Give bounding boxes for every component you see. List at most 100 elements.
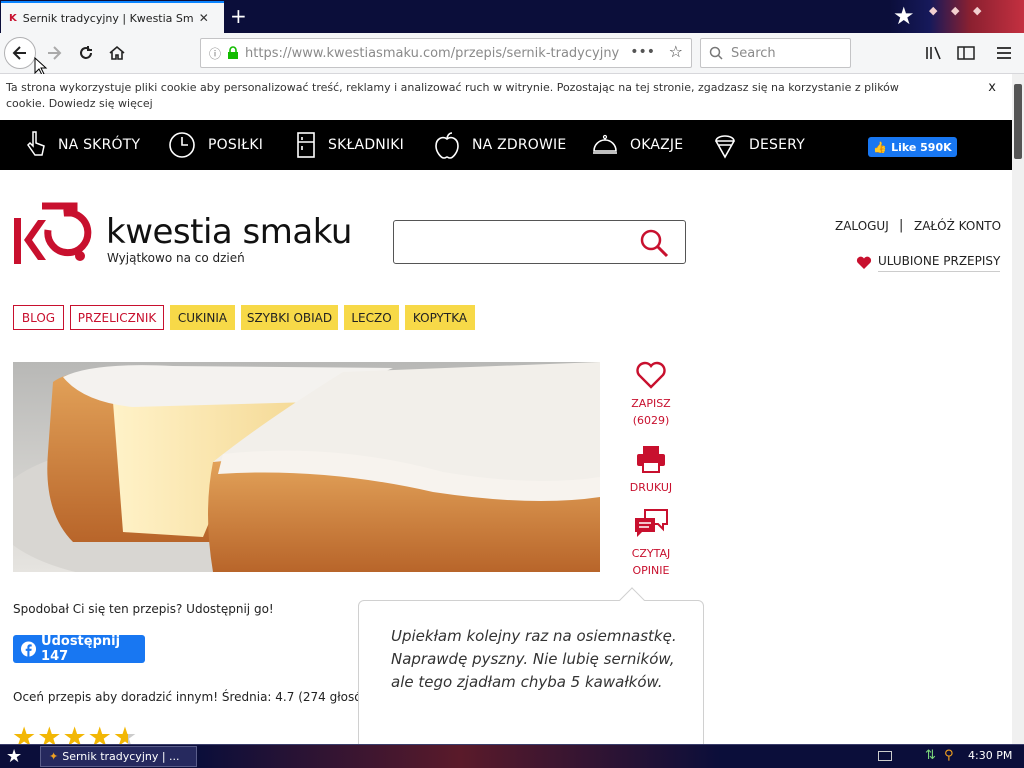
- hamburger-icon: [997, 47, 1011, 59]
- taskbar-window-button[interactable]: ✦ Sernik tradycyjny | ...: [40, 746, 197, 767]
- tag-kopytka[interactable]: KOPYTKA: [405, 305, 475, 330]
- page-actions-icon[interactable]: •••: [630, 44, 655, 60]
- cookie-text: Ta strona wykorzystuje pliki cookie aby …: [6, 81, 899, 110]
- new-tab-icon[interactable]: +: [230, 4, 247, 28]
- fridge-icon: [297, 132, 315, 158]
- menu-item-label: NA SKRÓTY: [58, 137, 141, 153]
- sidebar-icon: [957, 46, 975, 60]
- info-icon[interactable]: ⓘ: [209, 45, 221, 62]
- save-count: (6029): [632, 414, 670, 427]
- menu-item-label: SKŁADNIKI: [328, 137, 405, 153]
- menu-item-posilki[interactable]: POSIŁKI: [168, 120, 263, 170]
- menu-item-na-skroty[interactable]: NA SKRÓTY: [24, 120, 140, 170]
- menu-item-na-zdrowie[interactable]: NA ZDROWIE: [434, 120, 566, 170]
- apple-icon: [435, 132, 459, 159]
- heart-icon: [856, 256, 872, 269]
- favorites-label: ULUBIONE PRZEPISY: [878, 254, 1001, 272]
- tab-close-icon[interactable]: ✕: [199, 11, 209, 25]
- browser-tab-strip: K Sernik tradycyjny | Kwestia Smaku ✕ + …: [0, 0, 1024, 33]
- tab-title: Sernik tradycyjny | Kwestia Smaku: [22, 11, 193, 25]
- category-menu: NA SKRÓTY POSIŁKI SKŁADNIKI NA ZDROWIE O…: [0, 120, 1012, 170]
- header-divider: |: [899, 218, 904, 233]
- tag-cukinia[interactable]: CUKINIA: [170, 305, 235, 330]
- facebook-icon: [21, 641, 37, 657]
- library-icon: [926, 46, 941, 60]
- url-path: /przepis/sernik-tradycyjny: [450, 45, 620, 61]
- reviews-label-line2: OPINIE: [632, 564, 670, 577]
- tag-przelicznik[interactable]: PRZELICZNIK: [70, 305, 164, 330]
- reviews-label-line1: CZYTAJ: [631, 547, 671, 560]
- menu-item-skladniki[interactable]: SKŁADNIKI: [296, 120, 404, 170]
- browser-toolbar: ⓘ https://www.kwestiasmaku.com/przepis/s…: [0, 33, 1024, 74]
- tag-szybki-obiad[interactable]: SZYBKI OBIAD: [241, 305, 338, 330]
- desktop-flag-decoration: ★ ◆ ◆ ◆: [889, 0, 1024, 33]
- start-star-icon[interactable]: ★: [6, 746, 22, 767]
- menu-item-label: OKAZJE: [630, 137, 684, 153]
- library-button[interactable]: [920, 39, 948, 67]
- save-recipe-button[interactable]: ZAPISZ (6029): [626, 360, 676, 429]
- review-quote-bubble: Upiekłam kolejny raz na osiemnastkę. Nap…: [358, 587, 704, 760]
- keyboard-icon[interactable]: [878, 751, 892, 761]
- share-label: Udostępnij 147: [41, 634, 121, 664]
- star-icon: ★: [893, 2, 915, 30]
- cloche-icon: [593, 134, 617, 154]
- heart-outline-icon: [636, 361, 666, 389]
- search-icon[interactable]: [639, 228, 669, 258]
- home-icon: [109, 45, 125, 60]
- tag-leczo[interactable]: LECZO: [344, 305, 399, 330]
- taskbar-window-label: Sernik tradycyjny | ...: [62, 750, 180, 763]
- printer-icon: [637, 446, 665, 473]
- menu-button[interactable]: [990, 39, 1018, 67]
- window-maximize-icon[interactable]: ◆: [951, 4, 959, 17]
- logo-wordmark: kwestia smaku: [106, 212, 352, 252]
- search-tray-icon[interactable]: ⚲: [944, 748, 954, 763]
- site-search-input[interactable]: [393, 220, 686, 264]
- bookmark-star-icon[interactable]: ☆: [669, 42, 683, 61]
- signup-link[interactable]: ZAŁÓŻ KONTO: [914, 219, 1001, 233]
- facebook-like-button[interactable]: 👍 Like 590K: [868, 137, 957, 157]
- menu-item-label: DESERY: [749, 137, 805, 153]
- favorite-recipes-link[interactable]: ULUBIONE PRZEPISY: [856, 254, 1001, 272]
- scrollbar-thumb[interactable]: [1014, 84, 1022, 159]
- recipe-hero-image: [13, 362, 600, 572]
- page-scrollbar[interactable]: [1012, 74, 1024, 744]
- menu-item-desery[interactable]: DESERY: [713, 120, 805, 170]
- read-reviews-button[interactable]: CZYTAJ OPINIE: [622, 508, 680, 579]
- taskbar-clock: 4:30 PM: [968, 749, 1013, 762]
- logo-tagline: Wyjątkowo na co dzień: [107, 251, 245, 265]
- like-label: Like 590K: [891, 140, 952, 154]
- save-label: ZAPISZ: [631, 397, 671, 410]
- os-taskbar: ★ ✦ Sernik tradycyjny | ... ⇅ ⚲ 4:30 PM: [0, 744, 1024, 768]
- url-text: https://www.kwestiasmaku.com/przepis/ser…: [245, 46, 619, 61]
- taskbar-decoration: [200, 745, 720, 768]
- thumbs-up-icon: 👍: [873, 140, 888, 154]
- tag-blog[interactable]: BLOG: [13, 305, 64, 330]
- cookie-banner: Ta strona wykorzystuje pliki cookie aby …: [0, 74, 1012, 119]
- lock-icon: [228, 46, 239, 59]
- bubble-pointer: [619, 587, 645, 613]
- arrow-left-icon: [12, 46, 26, 60]
- print-label: DRUKUJ: [629, 481, 673, 494]
- hand-pointer-icon: [27, 131, 45, 156]
- sidebar-button[interactable]: [952, 39, 980, 67]
- window-close-icon[interactable]: ◆: [973, 4, 981, 17]
- browser-tab-active[interactable]: K Sernik tradycyjny | Kwestia Smaku ✕: [1, 1, 224, 33]
- print-recipe-button[interactable]: DRUKUJ: [626, 444, 676, 496]
- search-field[interactable]: Search: [700, 38, 851, 68]
- login-link[interactable]: ZALOGUJ: [835, 219, 889, 233]
- address-bar[interactable]: ⓘ https://www.kwestiasmaku.com/przepis/s…: [200, 38, 692, 68]
- network-icon[interactable]: ⇅: [925, 748, 936, 763]
- cookie-close-button[interactable]: x: [988, 80, 996, 95]
- ks-logo-icon: K: [9, 12, 17, 24]
- back-button[interactable]: [4, 37, 36, 69]
- facebook-share-button[interactable]: Udostępnij 147: [13, 634, 145, 664]
- menu-item-label: NA ZDROWIE: [472, 137, 567, 153]
- kwestia-smaku-logo[interactable]: [12, 200, 92, 266]
- search-icon: [709, 46, 723, 60]
- home-button[interactable]: [103, 39, 131, 67]
- reload-button[interactable]: [72, 39, 100, 67]
- window-minimize-icon[interactable]: ◆: [929, 4, 937, 17]
- menu-item-okazje[interactable]: OKAZJE: [592, 120, 683, 170]
- share-prompt: Spodobał Ci się ten przepis? Udostępnij …: [13, 602, 274, 616]
- review-quote-text: Upiekłam kolejny raz na osiemnastkę. Nap…: [391, 627, 677, 691]
